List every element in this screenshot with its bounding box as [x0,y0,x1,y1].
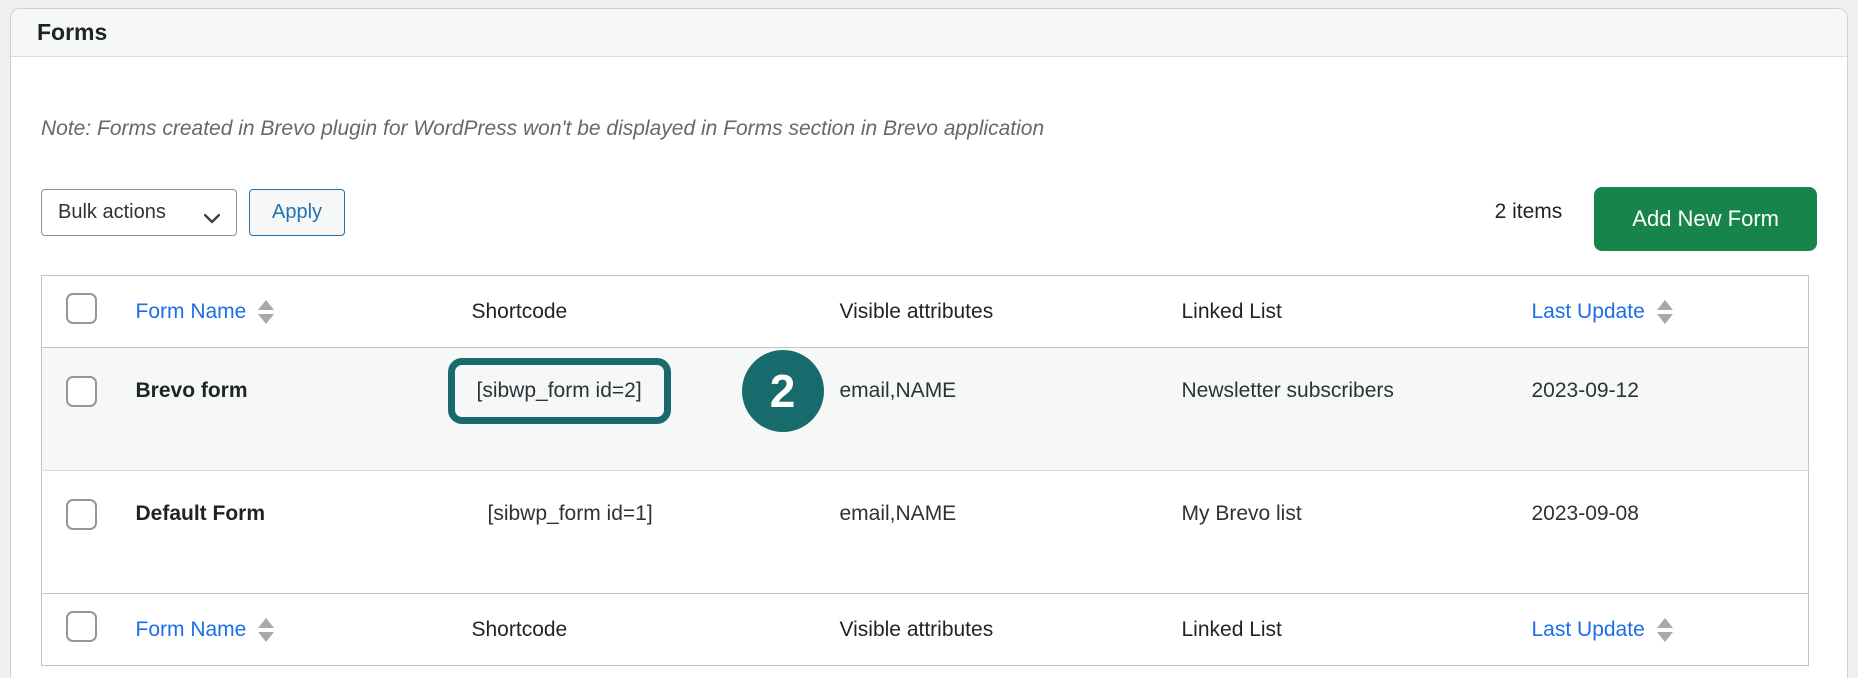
last-update-cell: 2023-09-08 [1522,471,1809,594]
sort-arrows-icon [258,618,274,642]
items-count: 2 items [1495,200,1563,224]
page-title: Forms [37,19,107,46]
column-label-linked-list: Linked List [1182,300,1282,323]
column-label-visible-attributes: Visible attributes [840,618,994,641]
column-label-shortcode: Shortcode [472,300,568,323]
column-label-shortcode: Shortcode [472,618,568,641]
bulk-actions-label: Bulk actions [58,201,166,224]
column-label-form-name: Form Name [136,618,247,642]
form-name-cell[interactable]: Brevo form [136,379,248,402]
row-checkbox[interactable] [66,499,97,530]
note-text: Note: Forms created in Brevo plugin for … [41,117,1817,141]
sort-last-update[interactable]: Last Update [1532,300,1673,324]
sort-form-name[interactable]: Form Name [136,618,275,642]
row-checkbox[interactable] [66,376,97,407]
table-header: Form Name Shortcode Visible attributes L… [42,276,1809,348]
table-row-brevo-form: Brevo form [sibwp_form id=2] 2 email,NAM… [42,348,1809,471]
column-label-last-update: Last Update [1532,300,1645,324]
shortcode-cell: [sibwp_form id=2] [477,379,642,402]
select-all-checkbox[interactable] [66,611,97,642]
annotation-step-badge: 2 [742,350,824,432]
linked-list-cell: My Brevo list [1162,471,1522,594]
sort-last-update[interactable]: Last Update [1532,618,1673,642]
chevron-down-icon [204,207,220,217]
table-row-default-form: Default Form [sibwp_form id=1] email,NAM… [42,471,1809,594]
toolbar: Bulk actions Apply 2 items Add New Form [41,173,1817,251]
visible-attributes-cell: email,NAME [822,471,1162,594]
column-label-last-update: Last Update [1532,618,1645,642]
visible-attributes-cell: email,NAME [822,348,1162,471]
apply-button[interactable]: Apply [249,189,345,236]
toolbar-right: 2 items Add New Form [1495,173,1817,251]
last-update-cell: 2023-09-12 [1522,348,1809,471]
shortcode-cell: [sibwp_form id=1] [432,471,822,594]
column-label-form-name: Form Name [136,300,247,324]
linked-list-cell: Newsletter subscribers [1162,348,1522,471]
sort-arrows-icon [1657,618,1673,642]
sort-form-name[interactable]: Form Name [136,300,275,324]
bulk-actions-select[interactable]: Bulk actions [41,189,237,236]
panel-header: Forms [11,9,1847,57]
shortcode-highlight-ring: [sibwp_form id=2] [448,358,671,424]
add-new-form-button[interactable]: Add New Form [1594,187,1817,251]
column-label-linked-list: Linked List [1182,618,1282,641]
form-name-cell[interactable]: Default Form [136,502,266,525]
table-footer: Form Name Shortcode Visible attributes L… [42,594,1809,666]
sort-arrows-icon [1657,300,1673,324]
panel-body: Note: Forms created in Brevo plugin for … [11,117,1847,666]
select-all-checkbox[interactable] [66,293,97,324]
forms-panel: Forms Note: Forms created in Brevo plugi… [10,8,1848,678]
sort-arrows-icon [258,300,274,324]
forms-table: Form Name Shortcode Visible attributes L… [41,275,1809,666]
column-label-visible-attributes: Visible attributes [840,300,994,323]
